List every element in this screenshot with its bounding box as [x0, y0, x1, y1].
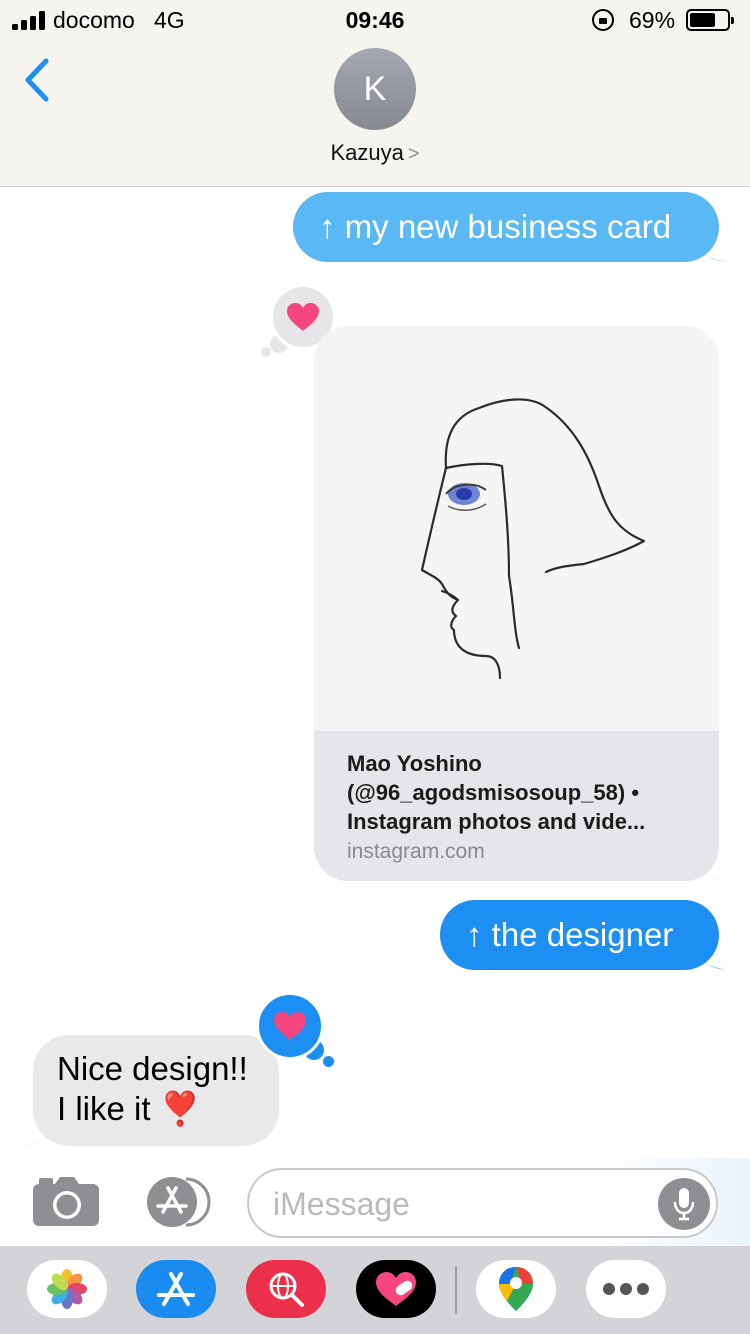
app-store-button[interactable] [140, 1176, 212, 1228]
google-maps-app-button[interactable] [476, 1260, 556, 1318]
microphone-icon [673, 1188, 695, 1221]
photos-icon [47, 1269, 87, 1309]
map-pin-icon [499, 1267, 533, 1311]
back-button[interactable] [20, 56, 60, 106]
tapback-dot [261, 347, 271, 357]
link-preview-image [314, 326, 719, 731]
battery-icon [686, 9, 734, 31]
app-store-icon [157, 1272, 195, 1306]
orientation-lock-icon [592, 9, 614, 31]
contact-avatar[interactable]: K [334, 48, 416, 130]
chevron-right-icon: > [407, 143, 420, 165]
imessage-app-drawer [0, 1246, 750, 1334]
drawer-divider [455, 1266, 457, 1314]
app-store-icon [147, 1177, 211, 1227]
digital-touch-app-button[interactable] [356, 1260, 436, 1318]
camera-icon [33, 1177, 99, 1226]
more-icon [603, 1283, 649, 1295]
sent-message-bubble[interactable]: ↑ the designer [440, 900, 727, 970]
face-sketch-illustration [420, 398, 646, 680]
status-bar: docomo 4G 09:46 69% [0, 0, 750, 40]
image-search-app-button[interactable] [246, 1260, 326, 1318]
heart-icon [274, 1012, 306, 1040]
link-preview-card[interactable]: Mao Yoshino (@96_agodsmisosoup_58) • Ins… [314, 326, 719, 881]
bubble-tail [699, 857, 729, 881]
digital-touch-heart-icon [376, 1272, 416, 1306]
conversation-header: docomo 4G 09:46 69% K Kazuya > [0, 0, 750, 187]
photos-app-button[interactable] [27, 1260, 107, 1318]
contact-name: Kazuya [330, 140, 404, 165]
app-store-app-button[interactable] [136, 1260, 216, 1318]
message-text: ↑ my new business card [319, 208, 672, 245]
imessage-input[interactable] [273, 1182, 653, 1226]
chevron-left-icon [25, 58, 49, 102]
sent-message-bubble[interactable]: ↑ my new business card [293, 192, 727, 262]
more-apps-button[interactable] [586, 1260, 666, 1318]
link-preview-title: Mao Yoshino (@96_agodsmisosoup_58) • Ins… [347, 751, 646, 834]
message-text: ↑ the designer [466, 916, 674, 953]
dictation-button[interactable] [658, 1178, 710, 1230]
bubble-tail [697, 238, 727, 262]
camera-button[interactable] [33, 1176, 99, 1226]
link-preview-info: Mao Yoshino (@96_agodsmisosoup_58) • Ins… [347, 749, 697, 864]
globe-search-icon [269, 1272, 304, 1307]
tapback-dot [323, 1056, 334, 1067]
bubble-tail [23, 1122, 53, 1146]
tapback-heart[interactable] [256, 992, 324, 1060]
contact-name-button[interactable]: Kazuya > [0, 140, 750, 166]
bubble-tail [697, 946, 727, 970]
received-message-bubble[interactable]: Nice design!! I like it ❣️ [23, 1035, 279, 1146]
battery-percent: 69% [629, 7, 676, 33]
link-preview-domain: instagram.com [347, 840, 485, 863]
message-text: Nice design!! I like it ❣️ [57, 1050, 248, 1127]
message-input-field[interactable] [247, 1168, 718, 1238]
